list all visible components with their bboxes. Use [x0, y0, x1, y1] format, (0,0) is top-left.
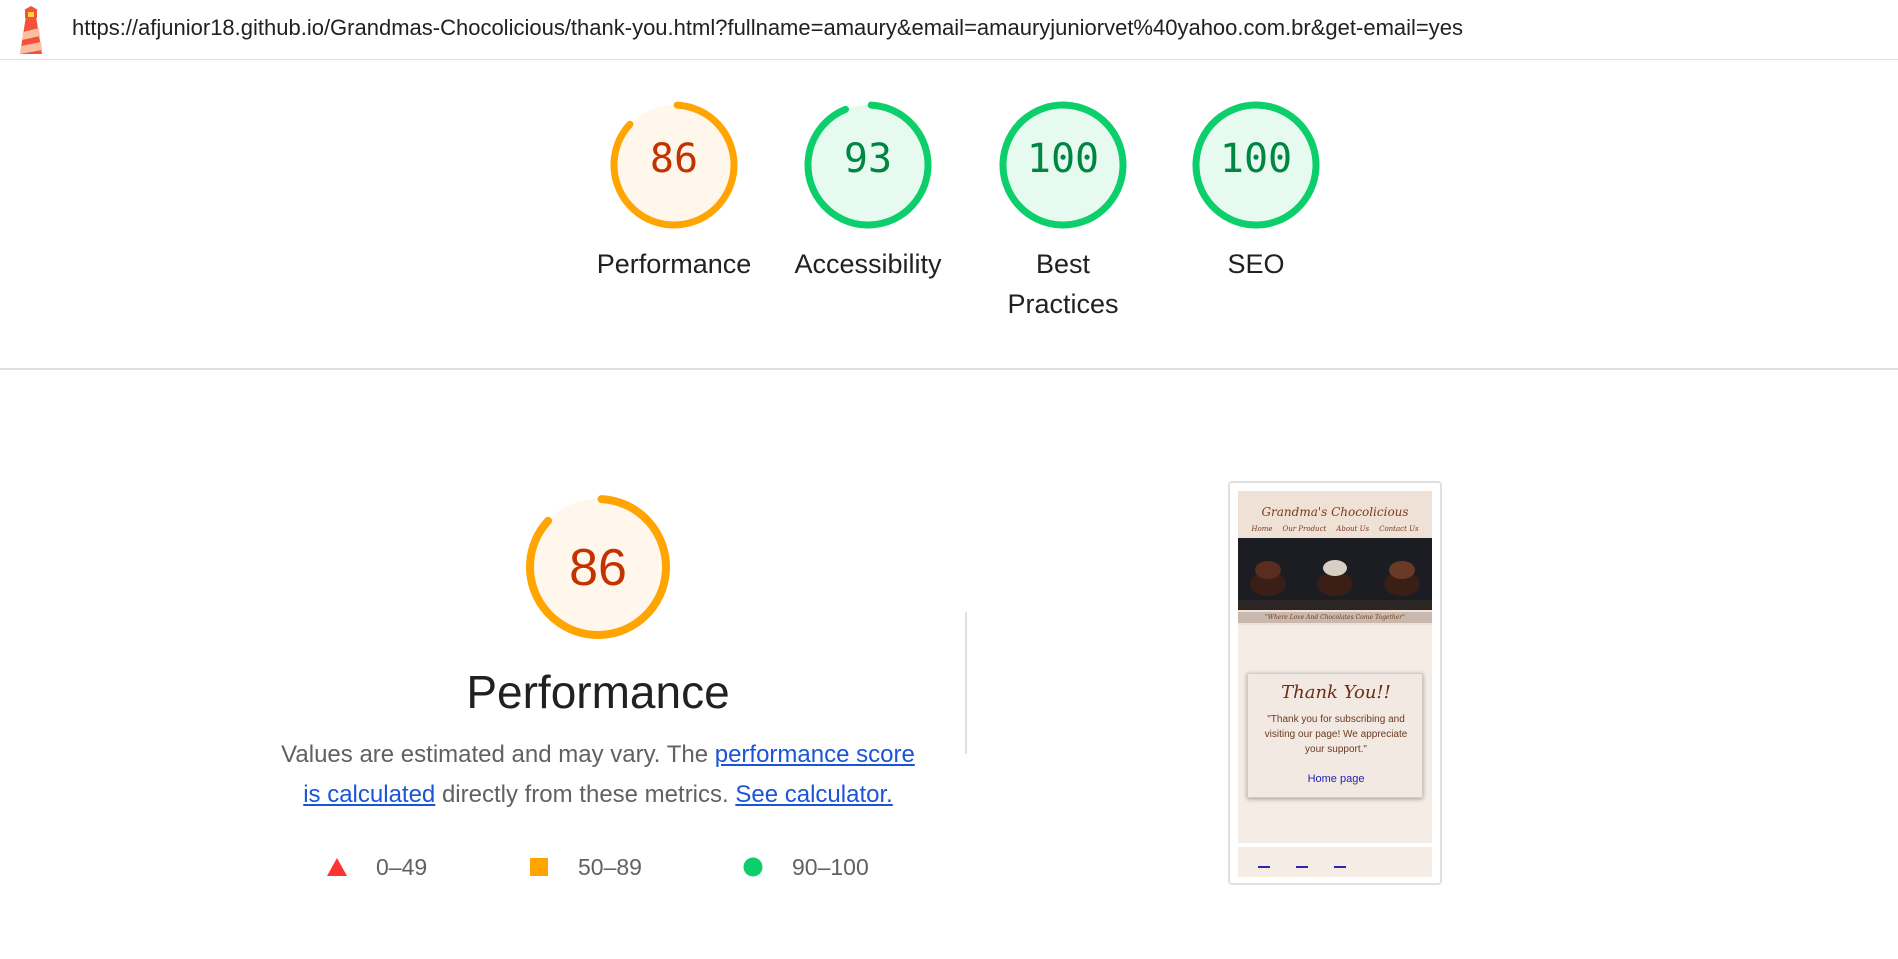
gauge-best-practices[interactable]: 100 Best Practices	[973, 100, 1153, 324]
thumb-card-title: Thank You!!	[1281, 682, 1391, 703]
performance-score: 86	[569, 539, 627, 597]
gauge-label: Best Practices	[1007, 249, 1119, 319]
gauge-seo[interactable]: 100 SEO	[1166, 100, 1346, 284]
desc-text-middle: directly from these metrics.	[435, 781, 736, 808]
gauge-performance[interactable]: 86 Performance	[584, 100, 764, 284]
thumb-nav-item: Our Product	[1282, 525, 1327, 533]
page-screenshot-thumbnail[interactable]: Grandma's Chocolicious Home Our Product …	[1228, 481, 1442, 885]
triangle-icon	[327, 858, 347, 876]
performance-description: Values are estimated and may vary. The p…	[270, 735, 926, 815]
thumb-nav-item: Contact Us	[1379, 525, 1419, 533]
gauge-label: SEO	[1227, 249, 1285, 279]
thumb-separator	[1238, 843, 1432, 847]
legend-label: 0–49	[376, 853, 428, 880]
desc-text: Values are estimated and may vary. The	[281, 741, 715, 768]
thumb-nav-item: About Us	[1336, 525, 1370, 533]
thumb-hero-image	[1238, 538, 1432, 610]
performance-title: Performance	[466, 666, 730, 718]
gauge-score: 100	[1026, 136, 1100, 182]
thumb-header: Grandma's Chocolicious Home Our Product …	[1238, 491, 1432, 625]
circle-icon	[743, 857, 763, 877]
legend-average: 50–89	[528, 852, 642, 882]
url-bar: https://afjunior18.github.io/Grandmas-Ch…	[0, 0, 1898, 60]
square-icon	[530, 858, 548, 876]
thumb-nav: Home Our Product About Us Contact Us	[1238, 525, 1432, 533]
gauge-label: Performance	[596, 249, 752, 279]
gauge-score: 93	[843, 136, 893, 182]
gauge-label: Accessibility	[794, 249, 942, 279]
page-url[interactable]: https://afjunior18.github.io/Grandmas-Ch…	[72, 15, 1463, 41]
thumb-site-title: Grandma's Chocolicious	[1261, 505, 1409, 519]
thumb-card-text: "Thank you for subscribing and visiting …	[1264, 714, 1408, 755]
thumb-tagline: "Where Love And Chocolates Come Together…	[1238, 612, 1432, 623]
gauge-accessibility[interactable]: 93 Accessibility	[778, 100, 958, 284]
legend-fail: 0–49	[326, 852, 427, 882]
legend-label: 50–89	[578, 853, 642, 880]
section-divider	[965, 612, 967, 754]
thumb-footer-icons	[1258, 866, 1358, 870]
category-gauges: 86 Performance 93 Accessibility 100 Best Pra…	[0, 60, 1898, 370]
thumbnail-page: Grandma's Chocolicious Home Our Product …	[1238, 491, 1432, 877]
legend-pass: 90–100	[742, 852, 869, 882]
lighthouse-icon	[20, 6, 42, 54]
thumb-thank-you-card: Thank You!! "Thank you for subscribing a…	[1247, 673, 1423, 798]
legend-label: 90–100	[792, 853, 869, 880]
thumb-home-link: Home page	[1307, 773, 1365, 785]
thumb-nav-item: Home	[1251, 525, 1273, 533]
see-calculator-link[interactable]: See calculator.	[735, 781, 892, 808]
gauge-score: 86	[649, 136, 699, 182]
gauge-score: 100	[1219, 136, 1293, 182]
